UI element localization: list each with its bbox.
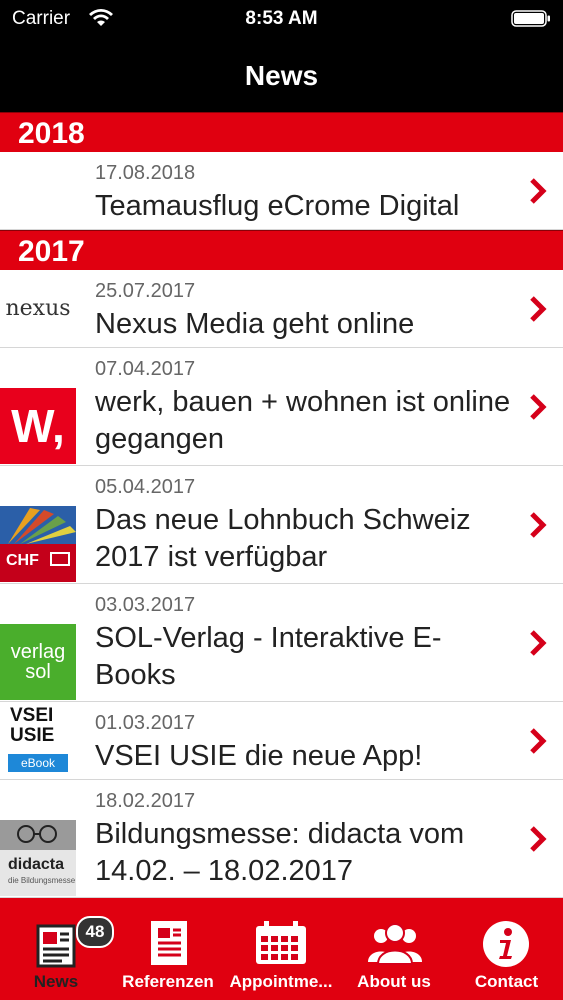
news-row[interactable]: nexus 25.07.2017 Nexus Media geht online (0, 270, 563, 348)
news-date: 05.04.2017 (95, 476, 196, 498)
didacta-logo-text: didacta (8, 856, 65, 873)
section-header-2017: 2017 (0, 230, 563, 270)
nexus-logo: nexus (0, 270, 76, 347)
vsei-logo: VSEI USIE eBook (0, 702, 76, 779)
news-list[interactable]: 2018 17.08.2018 Teamausflug eCrome Digit… (0, 112, 563, 898)
tab-label: Referenzen (122, 972, 214, 991)
sol-logo: verlag sol (0, 624, 76, 700)
news-title: werk, bauen + wohnen ist online gegangen (95, 386, 511, 455)
navigation-bar: News (0, 38, 563, 112)
tab-label: Contact (474, 972, 539, 991)
page-title: News (244, 60, 319, 91)
glasses-graphic (0, 820, 76, 850)
chevron-right-icon (530, 296, 547, 322)
didacta-sub-text: die Bildungsmesse (8, 876, 76, 885)
sol-logo-text: verlag sol (10, 641, 66, 683)
clock: 8:53 AM (245, 8, 318, 29)
battery-icon (511, 10, 550, 27)
tab-label: About us (357, 972, 431, 991)
didacta-logo: didacta die Bildungsmesse (0, 820, 76, 896)
tab-label: News (33, 972, 79, 991)
document-icon (151, 921, 187, 965)
status-bar: Carrier 8:53 AM (0, 0, 563, 38)
tab-appointments[interactable]: Appointme... (224, 898, 338, 1000)
news-date: 25.07.2017 (95, 280, 196, 302)
news-date: 01.03.2017 (95, 712, 196, 734)
chevron-right-icon (530, 394, 547, 420)
chevron-right-icon (530, 728, 547, 754)
chevron-right-icon (530, 178, 547, 204)
calendar-icon (256, 921, 306, 964)
news-title: Das neue Lohnbuch Schweiz 2017 ist verfü… (95, 504, 471, 573)
color-fan-graphic (0, 506, 76, 544)
info-icon (483, 921, 529, 967)
chf-logo: CHF (0, 506, 76, 582)
news-row[interactable]: W, 07.04.2017 werk, bauen + wohnen ist o… (0, 348, 563, 466)
news-title: Teamausflug eCrome Digital (95, 190, 460, 222)
tab-bar: 48 News Referenzen Appointme... About us… (0, 898, 563, 1000)
news-date: 03.03.2017 (95, 594, 196, 616)
ebook-label: eBook (8, 754, 68, 772)
news-thumbnail (0, 152, 76, 229)
news-date: 17.08.2018 (95, 162, 196, 184)
tab-referenzen[interactable]: Referenzen (112, 898, 224, 1000)
tab-news[interactable]: 48 News (0, 898, 114, 1000)
news-row[interactable]: didacta die Bildungsmesse 18.02.2017 Bil… (0, 780, 563, 898)
vsei-logo-text: VSEI USIE (10, 705, 55, 746)
section-header-2018: 2018 (0, 112, 563, 152)
people-icon (368, 923, 422, 965)
notification-badge: 48 (76, 916, 114, 948)
news-row[interactable]: verlag sol 03.03.2017 SOL-Verlag - Inter… (0, 584, 563, 702)
tab-label: Appointme... (229, 972, 333, 991)
news-row[interactable]: 17.08.2018 Teamausflug eCrome Digital (0, 152, 563, 230)
news-title: VSEI USIE die neue App! (95, 740, 423, 772)
news-title: Nexus Media geht online (95, 308, 415, 340)
chf-logo-text: CHF (6, 552, 39, 569)
news-title: Bildungsmesse: didacta vom 14.02. – 18.0… (95, 818, 465, 887)
news-row[interactable]: VSEI USIE eBook 01.03.2017 VSEI USIE die… (0, 702, 563, 780)
banknote-icon (50, 552, 70, 566)
tab-about-us[interactable]: About us (338, 898, 450, 1000)
w-logo: W, (0, 388, 76, 464)
chevron-right-icon (530, 630, 547, 656)
nexus-logo-text: nexus (5, 296, 71, 321)
news-row[interactable]: CHF 05.04.2017 Das neue Lohnbuch Schweiz… (0, 466, 563, 584)
chevron-right-icon (530, 512, 547, 538)
w-logo-text: W, (11, 400, 65, 452)
news-title: SOL-Verlag - Interaktive E-Books (95, 622, 442, 691)
news-date: 07.04.2017 (95, 358, 196, 380)
chevron-right-icon (530, 826, 547, 852)
newspaper-icon (36, 924, 76, 968)
news-date: 18.02.2017 (95, 790, 196, 812)
tab-contact[interactable]: Contact (450, 898, 563, 1000)
